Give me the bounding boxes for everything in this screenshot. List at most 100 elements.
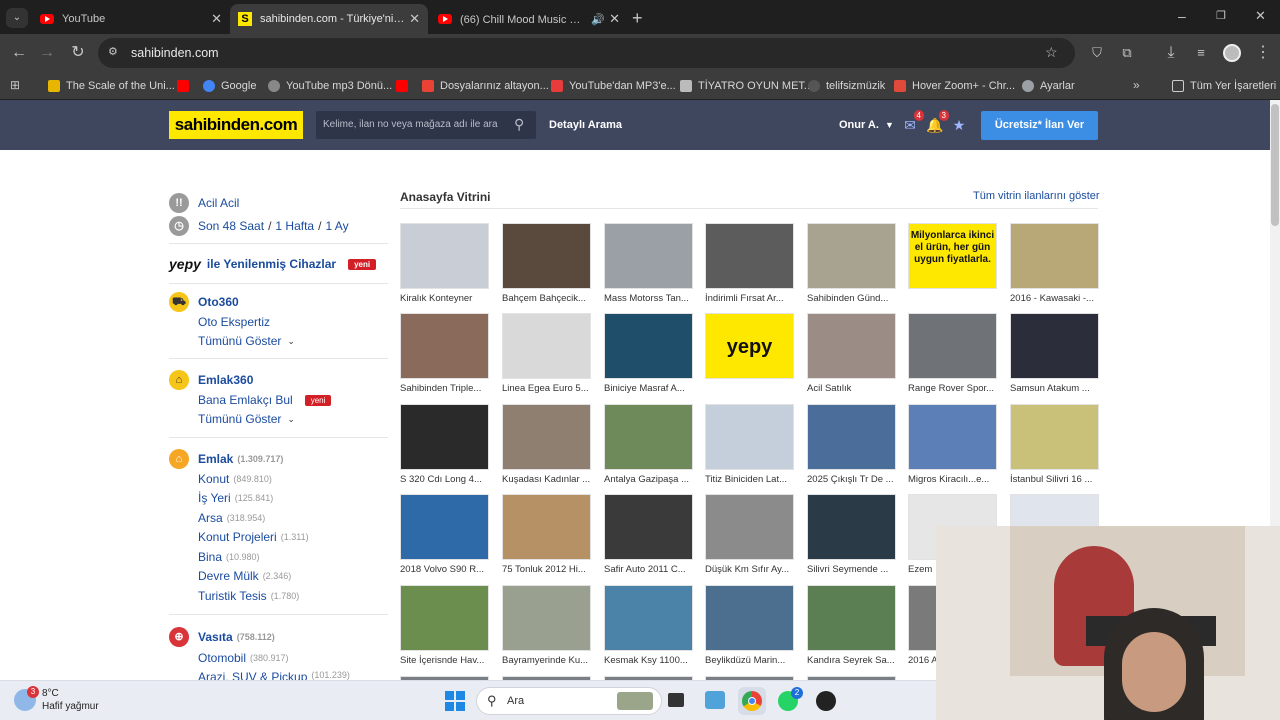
listing-thumbnail[interactable]: [502, 585, 591, 651]
listing-card[interactable]: Sahibinden Triple...: [400, 313, 489, 394]
chrome-taskbar-button[interactable]: [738, 687, 766, 715]
listing-card[interactable]: 2016 - Kawasaki -...: [1010, 223, 1099, 304]
listing-card[interactable]: Mass Motorss Tan...: [604, 223, 693, 304]
listing-thumbnail[interactable]: [908, 404, 997, 470]
listing-card[interactable]: 2025 Çıkışlı Tr De ...: [807, 404, 896, 485]
listing-caption[interactable]: Kiralık Konteyner: [400, 293, 489, 304]
listing-caption[interactable]: Titiz Biniciden Lat...: [705, 474, 794, 485]
listing-card[interactable]: Acil Satılık: [807, 313, 896, 394]
task-view-icon[interactable]: [668, 693, 684, 707]
listing-thumbnail[interactable]: [502, 494, 591, 560]
listing-caption[interactable]: Mass Motorss Tan...: [604, 293, 693, 304]
listing-caption[interactable]: Range Rover Spor...: [908, 383, 997, 394]
listing-caption[interactable]: Sahibinden Triple...: [400, 383, 489, 394]
listing-card[interactable]: Kuşadası Kadınlar ...: [502, 404, 591, 485]
listing-card[interactable]: Silivri Seymende ...: [807, 494, 896, 575]
listing-thumbnail[interactable]: [400, 494, 489, 560]
listing-thumbnail[interactable]: [807, 404, 896, 470]
listing-card[interactable]: İndirimli Fırsat Ar...: [705, 223, 794, 304]
listing-thumbnail[interactable]: [400, 223, 489, 289]
listing-caption[interactable]: Antalya Gazipaşa ...: [604, 474, 693, 485]
listing-card[interactable]: Titiz Biniciden Lat...: [705, 404, 794, 485]
listing-thumbnail[interactable]: [1010, 404, 1099, 470]
listing-card[interactable]: Bayramyerinde Ku...: [502, 585, 591, 666]
listing-thumbnail[interactable]: [604, 313, 693, 379]
yepy-logo-banner[interactable]: yepy: [705, 313, 794, 379]
listing-caption[interactable]: Linea Egea Euro 5...: [502, 383, 591, 394]
windows-start-icon[interactable]: [445, 691, 465, 711]
listing-caption[interactable]: Acil Satılık: [807, 383, 896, 394]
listing-card[interactable]: Site İçerisnde Hav...: [400, 585, 489, 666]
listing-card[interactable]: Migros Kiracılı...e...: [908, 404, 997, 485]
listing-caption[interactable]: Kuşadası Kadınlar ...: [502, 474, 591, 485]
listing-thumbnail[interactable]: [705, 404, 794, 470]
listing-thumbnail[interactable]: [1010, 313, 1099, 379]
listing-caption[interactable]: 75 Tonluk 2012 Hi...: [502, 564, 591, 575]
listing-card[interactable]: Bahçem Bahçecik...: [502, 223, 591, 304]
listing-caption[interactable]: Düşük Km Sıfır Ay...: [705, 564, 794, 575]
listing-thumbnail[interactable]: [705, 585, 794, 651]
listing-caption[interactable]: Site İçerisnde Hav...: [400, 655, 489, 666]
listing-card[interactable]: yepy: [705, 313, 794, 383]
listing-card[interactable]: Kiralık Konteyner: [400, 223, 489, 304]
listing-card[interactable]: Kandıra Seyrek Sa...: [807, 585, 896, 666]
listing-thumbnail[interactable]: [502, 313, 591, 379]
listing-caption[interactable]: Silivri Seymende ...: [807, 564, 896, 575]
listing-card[interactable]: Linea Egea Euro 5...: [502, 313, 591, 394]
listing-card[interactable]: Milyonlarca ikinci el ürün, her gün uygu…: [908, 223, 997, 293]
listing-card[interactable]: 2018 Volvo S90 R...: [400, 494, 489, 575]
scrollbar-thumb[interactable]: [1271, 104, 1279, 226]
listing-card[interactable]: Beylikdüzü Marin...: [705, 585, 794, 666]
listing-card[interactable]: İstanbul Silivri 16 ...: [1010, 404, 1099, 485]
listing-card[interactable]: Biniciye Masraf A...: [604, 313, 693, 394]
listing-card[interactable]: Range Rover Spor...: [908, 313, 997, 394]
listing-card[interactable]: Antalya Gazipaşa ...: [604, 404, 693, 485]
listing-caption[interactable]: Kesmak Ksy 1100...: [604, 655, 693, 666]
listing-thumbnail[interactable]: [400, 404, 489, 470]
listing-card[interactable]: S 320 Cdı Long 4...: [400, 404, 489, 485]
listing-thumbnail[interactable]: [1010, 223, 1099, 289]
listing-caption[interactable]: İstanbul Silivri 16 ...: [1010, 474, 1099, 485]
listing-caption[interactable]: S 320 Cdı Long 4...: [400, 474, 489, 485]
listing-thumbnail[interactable]: [908, 313, 997, 379]
listing-thumbnail[interactable]: [705, 494, 794, 560]
app-icon[interactable]: [816, 691, 836, 711]
listing-caption[interactable]: Sahibinden Günd...: [807, 293, 896, 304]
listing-card[interactable]: Samsun Atakum ...: [1010, 313, 1099, 394]
listing-caption[interactable]: İndirimli Fırsat Ar...: [705, 293, 794, 304]
listing-thumbnail[interactable]: [807, 313, 896, 379]
listing-thumbnail[interactable]: [807, 494, 896, 560]
listing-caption[interactable]: Samsun Atakum ...: [1010, 383, 1099, 394]
listing-card[interactable]: Sahibinden Günd...: [807, 223, 896, 304]
listing-caption[interactable]: 2025 Çıkışlı Tr De ...: [807, 474, 896, 485]
listing-thumbnail[interactable]: [807, 223, 896, 289]
search-highlight-image: [617, 692, 653, 710]
photos-icon[interactable]: [705, 691, 725, 709]
yepy-ad-banner[interactable]: Milyonlarca ikinci el ürün, her gün uygu…: [908, 223, 997, 289]
listing-thumbnail[interactable]: [604, 404, 693, 470]
listing-caption[interactable]: 2016 - Kawasaki -...: [1010, 293, 1099, 304]
listing-thumbnail[interactable]: [400, 313, 489, 379]
listing-card[interactable]: 75 Tonluk 2012 Hi...: [502, 494, 591, 575]
listing-caption[interactable]: Migros Kiracılı...e...: [908, 474, 997, 485]
listing-thumbnail[interactable]: [502, 223, 591, 289]
listing-caption[interactable]: Bahçem Bahçecik...: [502, 293, 591, 304]
listing-caption[interactable]: 2018 Volvo S90 R...: [400, 564, 489, 575]
listing-thumbnail[interactable]: [604, 223, 693, 289]
taskbar-search-input[interactable]: ⚲ Ara: [476, 687, 662, 715]
listing-caption[interactable]: Bayramyerinde Ku...: [502, 655, 591, 666]
listing-thumbnail[interactable]: [502, 404, 591, 470]
listing-thumbnail[interactable]: [400, 585, 489, 651]
listing-caption[interactable]: Beylikdüzü Marin...: [705, 655, 794, 666]
listing-caption[interactable]: Safir Auto 2011 C...: [604, 564, 693, 575]
listing-thumbnail[interactable]: [807, 585, 896, 651]
listing-thumbnail[interactable]: [604, 494, 693, 560]
listing-card[interactable]: Kesmak Ksy 1100...: [604, 585, 693, 666]
listing-caption[interactable]: Kandıra Seyrek Sa...: [807, 655, 896, 666]
listing-card[interactable]: Düşük Km Sıfır Ay...: [705, 494, 794, 575]
listing-thumbnail[interactable]: [604, 585, 693, 651]
listing-thumbnail[interactable]: [705, 223, 794, 289]
whatsapp-badge: 2: [791, 687, 803, 699]
listing-card[interactable]: Safir Auto 2011 C...: [604, 494, 693, 575]
listing-caption[interactable]: Biniciye Masraf A...: [604, 383, 693, 394]
